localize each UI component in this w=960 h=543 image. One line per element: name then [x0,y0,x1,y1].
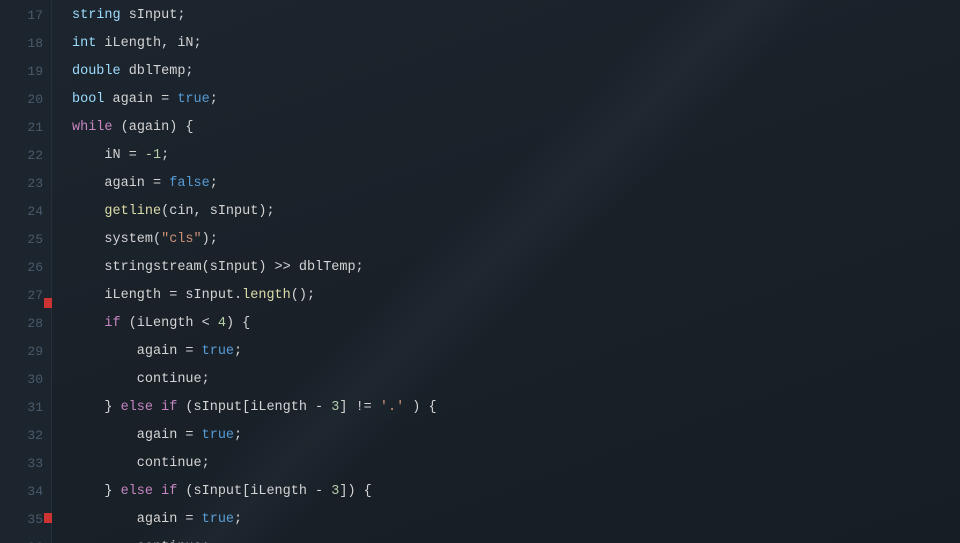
code-line-25: getline(cin, sInput); [72,198,960,226]
code-line-20: bool again = true; [72,86,960,114]
line-number-34: 34 [27,478,43,506]
line-number-28: 28 [27,310,43,338]
code-line-26: system("cls"); [72,226,960,254]
code-area[interactable]: − string sInput;int iLength, iN;double d… [52,0,960,543]
line-number-32: 32 [27,422,43,450]
line-number-24: 24 [27,198,43,226]
code-line-18: int iLength, iN; [72,30,960,58]
line-number-26: 26 [27,254,43,282]
code-line-22: while (again) { [72,114,960,142]
code-line-34: continue; [72,450,960,478]
code-line-36: again = true; [72,506,960,534]
code-line-31: continue; [72,366,960,394]
code-editor: 1718192021222324252627282930313233343536… [0,0,960,543]
code-line-24: again = false; [72,170,960,198]
line-number-20: 20 [27,86,43,114]
line-number-33: 33 [27,450,43,478]
line-number-17: 17 [27,2,43,30]
code-line-23: iN = -1; [72,142,960,170]
line-number-23: 23 [27,170,43,198]
code-line-17: string sInput; [72,2,960,30]
line-number-21: 21 [27,114,43,142]
code-line-32: } else if (sInput[iLength - 3] != '.' ) … [72,394,960,422]
line-number-18: 18 [27,30,43,58]
line-number-19: 19 [27,58,43,86]
code-line-35: } else if (sInput[iLength - 3]) { [72,478,960,506]
line-number-35: 35 [27,506,43,534]
code-line-19: double dblTemp; [72,58,960,86]
line-number-22: 22 [27,142,43,170]
line-numbers: 1718192021222324252627282930313233343536… [0,0,52,543]
code-line-30: again = true; [72,338,960,366]
code-line-27: stringstream(sInput) >> dblTemp; [72,254,960,282]
line-number-31: 31 [27,394,43,422]
line-number-25: 25 [27,226,43,254]
line-number-29: 29 [27,338,43,366]
code-line-37: continue; [72,534,960,543]
code-line-29: if (iLength < 4) { [72,310,960,338]
line-number-36: 36 [27,534,43,543]
code-line-33: again = true; [72,422,960,450]
code-line-28: iLength = sInput.length(); [72,282,960,310]
line-number-30: 30 [27,366,43,394]
line-number-27: 27 [27,282,43,310]
